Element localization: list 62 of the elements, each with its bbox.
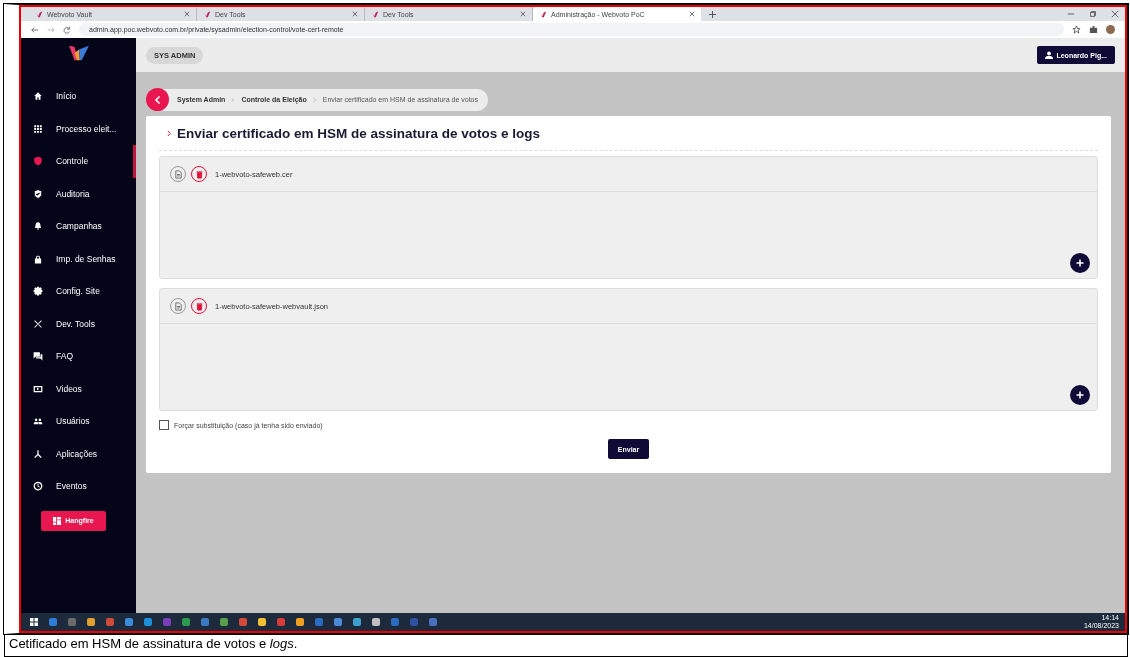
sidebar-item[interactable]: Dev. Tools	[21, 307, 136, 340]
logo-icon	[371, 10, 379, 18]
sidebar-item[interactable]: Aplicações	[21, 437, 136, 470]
chevron-icon	[231, 96, 236, 103]
page-title: Enviar certificado em HSM de assinatura de votos e logs	[177, 126, 541, 141]
sidebar-item[interactable]: Processo eleit...	[21, 112, 136, 145]
file-icon-button[interactable]	[170, 166, 186, 182]
logo-icon	[67, 44, 90, 62]
delete-button[interactable]	[191, 166, 207, 182]
reload-icon[interactable]	[63, 25, 71, 34]
logo-icon	[35, 10, 43, 18]
user-icon	[1045, 51, 1054, 59]
close-icon[interactable]	[352, 11, 358, 17]
add-button[interactable]	[1070, 385, 1090, 405]
windows-start-icon[interactable]	[29, 617, 39, 627]
sidebar-item[interactable]: FAQ	[21, 340, 136, 373]
restore-icon[interactable]	[1089, 10, 1097, 18]
sidebar-item[interactable]: Usuários	[21, 405, 136, 438]
trash-icon	[194, 301, 204, 311]
logo-icon	[203, 10, 211, 18]
plus-icon	[1075, 258, 1085, 268]
dashboard-icon	[53, 516, 62, 525]
checkbox[interactable]	[159, 420, 169, 430]
video-icon	[33, 383, 43, 394]
figure-caption: Cetificado em HSM de assinatura de votos e logs.	[4, 634, 1128, 657]
grid-icon	[33, 123, 43, 134]
back-icon[interactable]	[31, 25, 39, 34]
trash-icon	[194, 169, 204, 179]
sidebar-item[interactable]: Início	[21, 80, 136, 113]
clock-icon	[33, 481, 43, 492]
avatar-icon[interactable]	[1106, 25, 1115, 34]
delete-button[interactable]	[191, 298, 207, 314]
back-button[interactable]	[146, 88, 169, 111]
users-icon	[33, 416, 43, 427]
sidebar-item[interactable]: Auditoria	[21, 177, 136, 210]
plus-icon	[1075, 390, 1085, 400]
home-icon	[33, 91, 43, 102]
sidebar-item[interactable]: Campanhas	[21, 210, 136, 243]
logo-icon	[539, 10, 547, 18]
chat-icon	[33, 351, 43, 362]
chevron-icon	[167, 130, 172, 137]
shield-icon	[33, 156, 43, 167]
star-icon[interactable]	[1072, 25, 1081, 34]
add-button[interactable]	[1070, 253, 1090, 273]
close-icon[interactable]	[1111, 10, 1119, 18]
file-icon-button[interactable]	[170, 298, 186, 314]
chevron-left-icon	[152, 94, 163, 105]
shield-check-icon	[33, 188, 43, 199]
sidebar-item[interactable]: Eventos	[21, 470, 136, 503]
close-icon[interactable]	[520, 11, 526, 17]
close-icon[interactable]	[689, 11, 695, 17]
document-icon	[173, 169, 183, 179]
sidebar-item[interactable]: Imp. de Senhas	[21, 242, 136, 275]
branch-icon	[33, 448, 43, 459]
gear-icon	[33, 286, 43, 297]
chevron-icon	[312, 96, 317, 103]
sidebar-item[interactable]: Videos	[21, 372, 136, 405]
sidebar-item[interactable]: Config. Site	[21, 275, 136, 308]
lock-icon	[33, 253, 43, 264]
document-icon	[173, 301, 183, 311]
close-icon[interactable]	[184, 11, 190, 17]
new-tab-icon[interactable]	[709, 10, 716, 18]
